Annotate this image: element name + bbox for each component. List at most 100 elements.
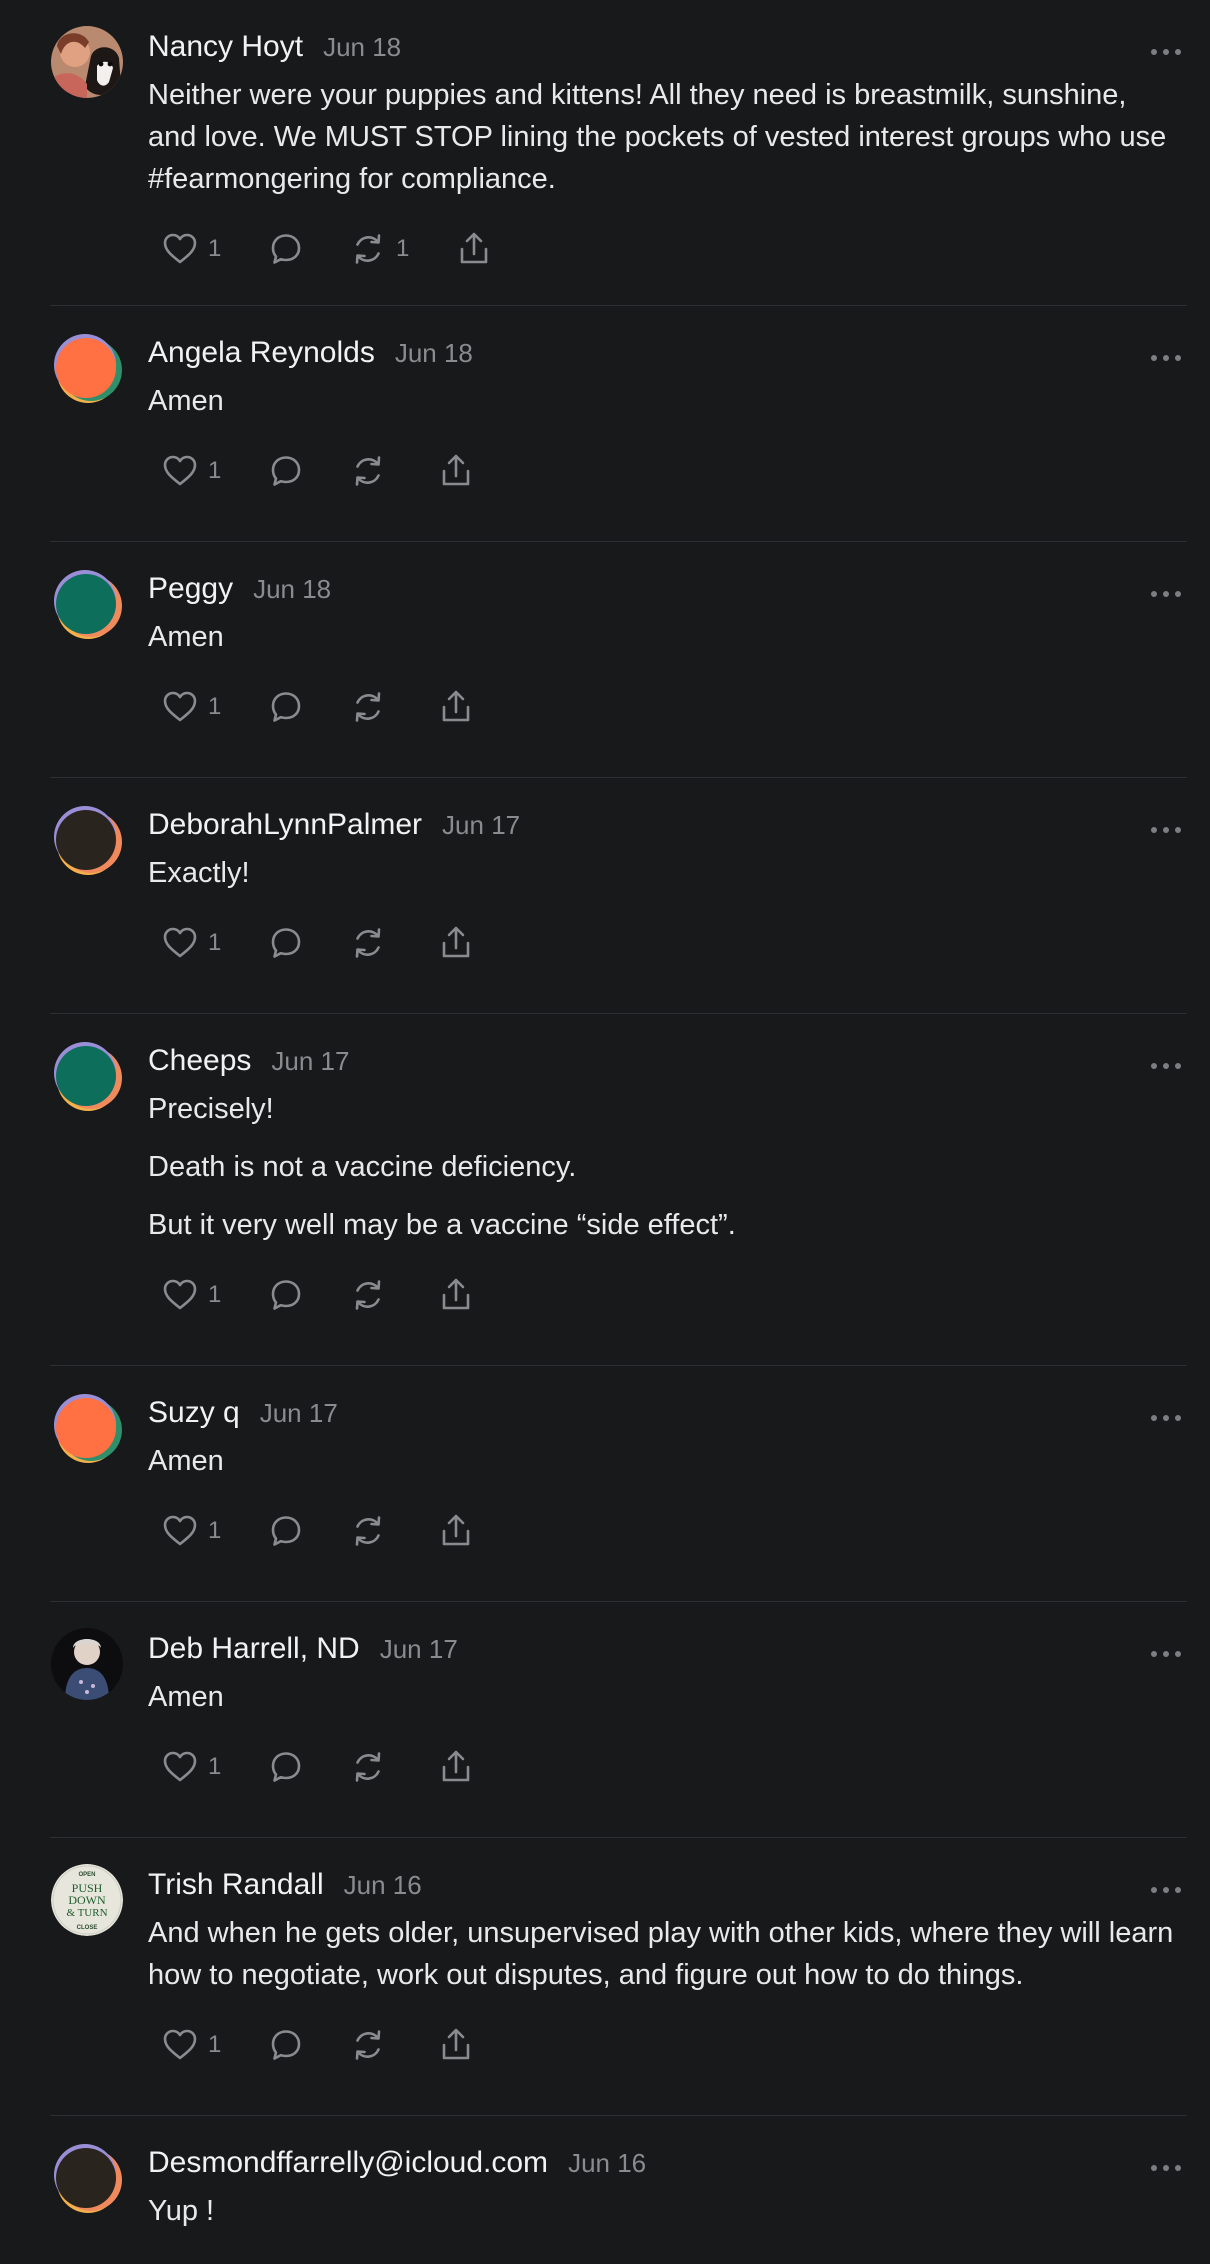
comment-text: Amen (148, 616, 1177, 658)
restack-button[interactable] (348, 1511, 436, 1551)
restack-icon (348, 687, 388, 727)
avatar[interactable] (51, 1392, 123, 1464)
reply-button[interactable] (266, 687, 348, 727)
share-button[interactable] (436, 1747, 496, 1787)
comment-text: Precisely! Death is not a vaccine deficie… (148, 1088, 1177, 1246)
comment-body: Nancy Hoyt Jun 18 Neither were your puppie… (148, 26, 1187, 284)
avatar[interactable] (51, 1628, 123, 1700)
reply-button[interactable] (266, 451, 348, 491)
more-options-icon[interactable] (1151, 1884, 1181, 1896)
restack-button[interactable] (348, 1747, 436, 1787)
svg-text:& TURN: & TURN (66, 1907, 107, 1919)
reply-button[interactable] (266, 2025, 348, 2065)
restack-icon (348, 1275, 388, 1315)
restack-button[interactable] (348, 451, 436, 491)
restack-button[interactable] (348, 687, 436, 727)
share-button[interactable] (436, 1275, 496, 1315)
more-options-icon[interactable] (1151, 824, 1181, 836)
author-name[interactable]: Cheeps (148, 1044, 251, 1078)
heart-icon (160, 229, 200, 269)
avatar[interactable] (51, 804, 123, 876)
like-button[interactable]: 1 (160, 687, 266, 727)
comment-date[interactable]: Jun 18 (395, 338, 473, 369)
share-icon (454, 229, 494, 269)
comment-body: Peggy Jun 18 Amen 1 (148, 568, 1187, 742)
author-name[interactable]: Trish Randall (148, 1868, 324, 1902)
restack-icon (348, 229, 388, 269)
like-button[interactable]: 1 (160, 229, 266, 269)
reply-button[interactable] (266, 1511, 348, 1551)
comment-text: Amen (148, 380, 1177, 422)
restack-button[interactable] (348, 923, 436, 963)
comment-date[interactable]: Jun 16 (568, 2148, 646, 2179)
push-down-turn-badge-icon: OPENPUSHDOWN& TURNCLOSE (51, 1864, 123, 1936)
comment-actions: 1 (148, 2010, 1177, 2080)
like-count: 1 (208, 235, 222, 262)
author-name[interactable]: Deb Harrell, ND (148, 1632, 360, 1666)
more-options-icon[interactable] (1151, 1648, 1181, 1660)
comment-bubble-icon (266, 1275, 306, 1315)
comment-item: Suzy q Jun 17 Amen 1 (50, 1366, 1187, 1602)
reply-button[interactable] (266, 1747, 348, 1787)
like-button[interactable]: 1 (160, 923, 266, 963)
more-options-icon[interactable] (1151, 588, 1181, 600)
author-name[interactable]: Desmondffarrelly@icloud.com (148, 2146, 548, 2180)
share-button[interactable] (436, 2025, 496, 2065)
comment-date[interactable]: Jun 18 (253, 574, 331, 605)
more-options-icon[interactable] (1151, 1412, 1181, 1424)
comment-bubble-icon (266, 2025, 306, 2065)
restack-icon (348, 1511, 388, 1551)
comment-header: Cheeps Jun 17 (148, 1040, 1177, 1084)
comment-date[interactable]: Jun 17 (271, 1046, 349, 1077)
author-name[interactable]: Suzy q (148, 1396, 240, 1430)
share-button[interactable] (454, 229, 514, 269)
comment-date[interactable]: Jun 17 (260, 1398, 338, 1429)
like-button[interactable]: 1 (160, 451, 266, 491)
like-button[interactable]: 1 (160, 1275, 266, 1315)
comment-date[interactable]: Jun 17 (380, 1634, 458, 1665)
restack-button[interactable] (348, 2025, 436, 2065)
restack-button[interactable]: 1 (348, 229, 454, 269)
reply-button[interactable] (266, 1275, 348, 1315)
comment-paragraph: Death is not a vaccine deficiency. (148, 1151, 577, 1183)
share-button[interactable] (436, 687, 496, 727)
like-button[interactable]: 1 (160, 1747, 266, 1787)
comment-actions: 1 (148, 1496, 1177, 1566)
comment-date[interactable]: Jun 16 (344, 1870, 422, 1901)
author-name[interactable]: Peggy (148, 572, 233, 606)
avatar[interactable] (51, 26, 123, 98)
comment-header: Suzy q Jun 17 (148, 1392, 1177, 1436)
like-button[interactable]: 1 (160, 2025, 266, 2065)
comment-date[interactable]: Jun 17 (442, 810, 520, 841)
more-options-icon[interactable] (1151, 2162, 1181, 2174)
share-icon (436, 687, 476, 727)
author-name[interactable]: Angela Reynolds (148, 336, 375, 370)
avatar[interactable]: OPEN PUSH DOWN & TURN CLOSE (51, 1864, 123, 1936)
avatar[interactable] (51, 568, 123, 640)
more-options-icon[interactable] (1151, 1060, 1181, 1072)
share-icon (436, 1747, 476, 1787)
like-button[interactable]: 1 (160, 1511, 266, 1551)
author-name[interactable]: DeborahLynnPalmer (148, 808, 422, 842)
more-options-icon[interactable] (1151, 46, 1181, 58)
restack-icon (348, 1747, 388, 1787)
share-icon (436, 1275, 476, 1315)
comment-date[interactable]: Jun 18 (323, 32, 401, 63)
avatar[interactable] (51, 2142, 123, 2214)
more-options-icon[interactable] (1151, 352, 1181, 364)
comment-text: Amen (148, 1440, 1177, 1482)
heart-icon (160, 687, 200, 727)
share-button[interactable] (436, 1511, 496, 1551)
author-name[interactable]: Nancy Hoyt (148, 30, 303, 64)
avatar[interactable] (51, 1040, 123, 1112)
comment-item: DeborahLynnPalmer Jun 17 Exactly! 1 (50, 778, 1187, 1014)
reply-button[interactable] (266, 229, 348, 269)
share-button[interactable] (436, 451, 496, 491)
restack-button[interactable] (348, 1275, 436, 1315)
avatar[interactable] (51, 332, 123, 404)
reply-button[interactable] (266, 923, 348, 963)
share-button[interactable] (436, 923, 496, 963)
comment-paragraph: Neither were your puppies and kittens! A… (148, 79, 1167, 195)
svg-text:CLOSE: CLOSE (77, 1925, 98, 1931)
heart-icon (160, 1511, 200, 1551)
